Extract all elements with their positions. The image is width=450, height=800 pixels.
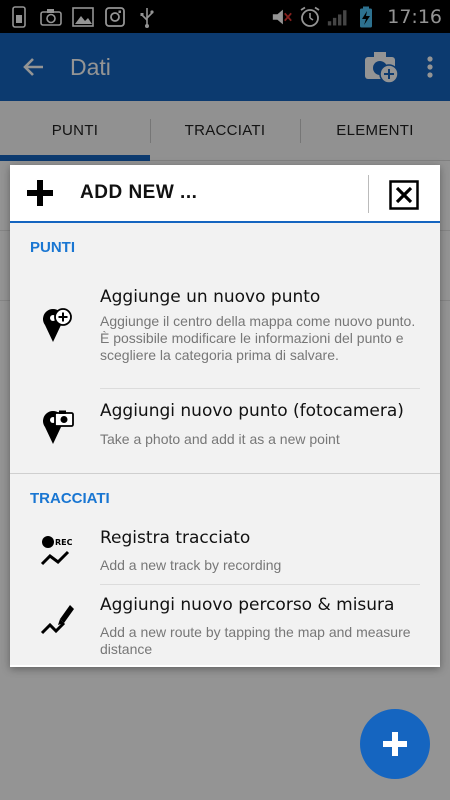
svg-text:REC: REC [55,538,73,547]
add-new-dialog: ADD NEW ... PUNTI Aggiunge un nuovo punt… [10,165,440,667]
record-track-icon: REC [38,532,78,572]
header-divider [368,175,369,213]
section-title: TRACCIATI [30,490,110,507]
close-icon [389,180,419,210]
record-track-option[interactable]: REC Registra tracciato Add a new track b… [10,518,440,585]
close-button[interactable] [388,179,420,211]
draw-route-icon [38,599,78,639]
option-title: Aggiungi nuovo punto (fotocamera) [100,401,404,421]
camera-point-icon [38,407,78,447]
option-description: Add a new route by tapping the map and m… [100,624,411,657]
option-description: Take a photo and add it as a new point [100,431,340,447]
section-tracciati: TRACCIATI REC Registra tracciato Add a n… [10,473,440,665]
section-title: PUNTI [30,239,75,256]
option-title: Aggiungi nuovo percorso & misura [100,595,395,615]
option-description: Aggiunge il centro della mappa come nuov… [100,313,416,363]
section-punti: PUNTI Aggiunge un nuovo punto Aggiunge i… [10,223,440,473]
add-fab-button[interactable] [360,709,430,779]
dialog-header: ADD NEW ... [10,165,440,223]
add-point-option[interactable]: Aggiunge un nuovo punto Aggiunge il cent… [10,267,440,389]
add-point-icon [38,305,78,345]
camera-point-option[interactable]: Aggiungi nuovo punto (fotocamera) Take a… [10,389,440,473]
plus-icon [10,164,70,222]
dialog-title: ADD NEW ... [80,182,198,203]
draw-route-option[interactable]: Aggiungi nuovo percorso & misura Add a n… [10,585,440,665]
option-description: Add a new track by recording [100,557,282,573]
option-title: Registra tracciato [100,528,251,548]
option-title: Aggiunge un nuovo punto [100,287,321,307]
plus-icon [383,732,407,756]
